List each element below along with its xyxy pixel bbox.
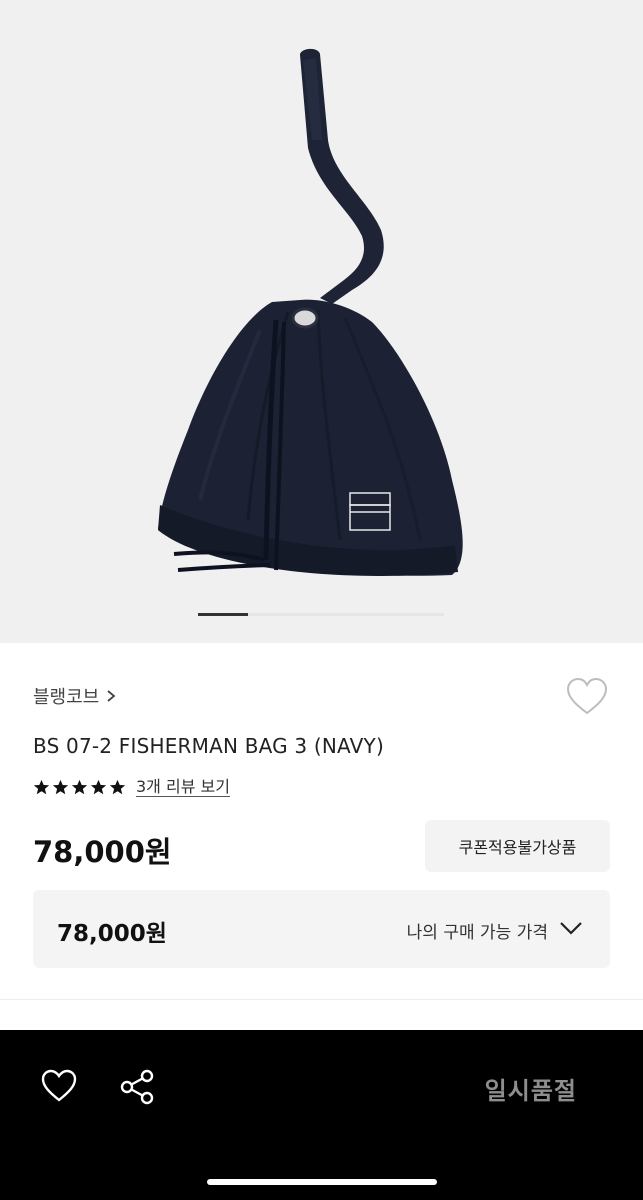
product-title: BS 07-2 FISHERMAN BAG 3 (NAVY) [33,734,384,758]
carousel-indicator [198,613,444,616]
star-icon [109,779,126,794]
my-price-dropdown[interactable]: 78,000원 나의 구매 가능 가격 [33,890,610,968]
chevron-down-icon[interactable] [558,920,584,936]
product-photo-fisherman-bag [158,48,463,576]
heart-outline-icon[interactable] [40,1068,78,1104]
home-indicator [207,1179,437,1185]
carousel-indicator-active [198,613,248,616]
review-link[interactable]: 3개 리뷰 보기 [136,777,230,797]
brand-name[interactable]: 블랭코브 [33,683,99,709]
soldout-button[interactable]: 일시품절 [485,1071,577,1106]
divider [0,999,643,1000]
bottom-action-bar: 일시품절 [0,1030,643,1200]
brand-link[interactable]: 블랭코브 [33,683,117,709]
coupon-badge: 쿠폰적용불가상품 [425,820,610,872]
star-icon [52,779,69,794]
product-price: 78,000원 [33,835,172,869]
my-price-label: 나의 구매 가능 가격 [406,923,548,943]
my-price-value: 78,000원 [57,921,167,947]
rating: 3개 리뷰 보기 [33,777,230,797]
heart-outline-icon[interactable] [565,677,609,717]
chevron-right-icon [107,690,116,702]
star-icon [33,779,50,794]
star-icon [71,779,88,794]
star-icon [90,779,107,794]
product-image-carousel[interactable] [0,0,643,643]
share-icon[interactable] [118,1068,156,1106]
